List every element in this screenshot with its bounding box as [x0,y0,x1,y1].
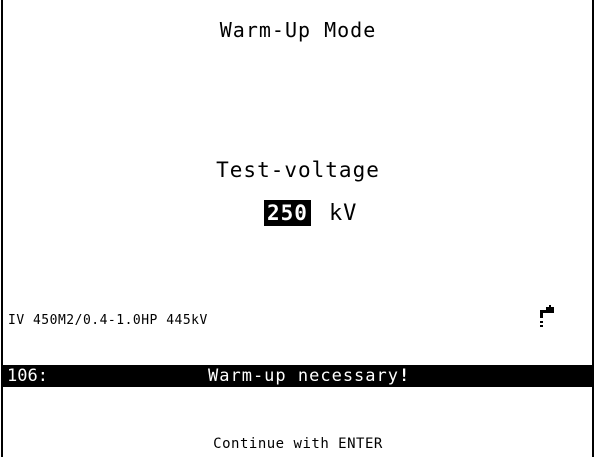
test-voltage-value-field[interactable]: 250 [264,200,311,226]
message-emphasis: ! [399,366,411,386]
message-text-wrap: Warm-up necessary! [208,365,410,387]
test-voltage-row: 250 kV [264,198,357,228]
device-info-line: IV 450M2/0.4-1.0HP 445kV [8,313,208,328]
screen-left-border [1,0,3,457]
test-voltage-unit: kV [328,200,358,226]
screen-title: Warm-Up Mode [219,18,377,42]
water-tap-icon [540,305,554,327]
warmup-screen: Warm-Up Mode Test-voltage 250 kV IV 450M… [0,0,596,457]
test-voltage-label: Test-voltage [216,158,380,182]
continue-prompt: Continue with ENTER [213,436,383,452]
message-code: 106: [7,366,48,386]
screen-right-border [592,0,594,457]
message-bar: 106: Warm-up necessary! [3,365,592,387]
message-text: Warm-up necessary [208,366,399,386]
